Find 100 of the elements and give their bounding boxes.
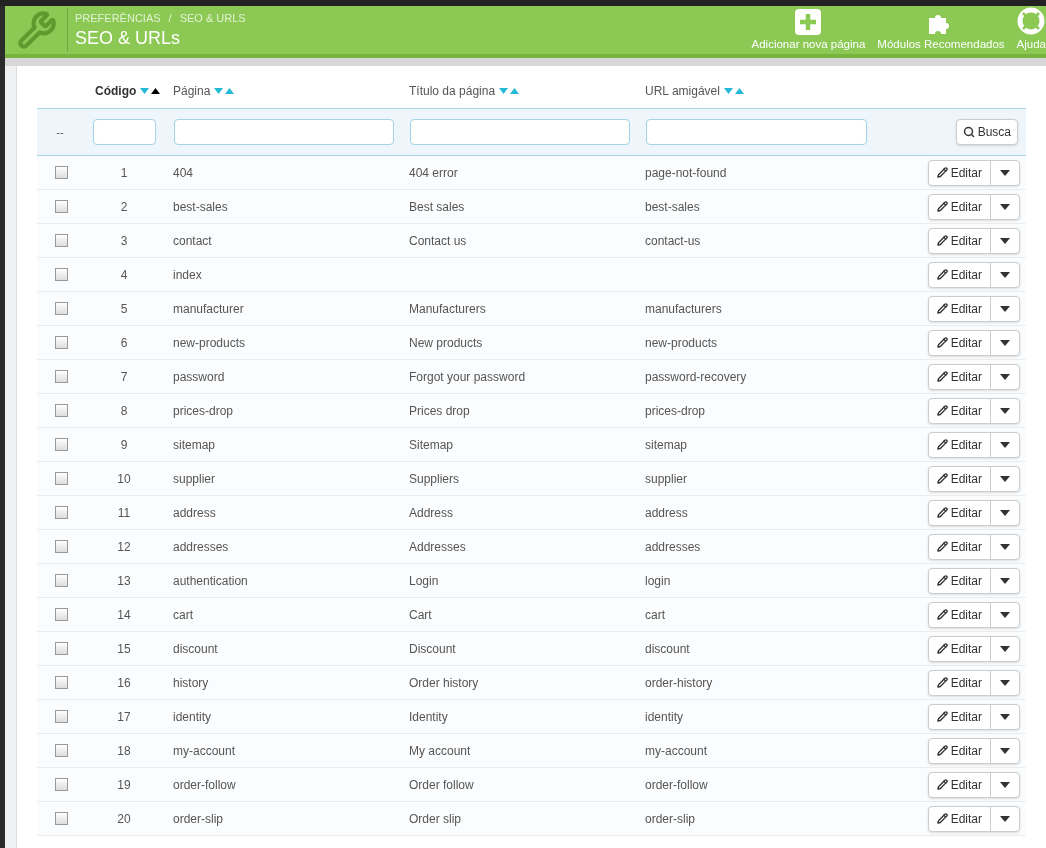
table-cell-text: 404 error	[408, 164, 459, 182]
edit-button[interactable]: Editar	[928, 194, 991, 219]
table-cell-text: 16	[116, 674, 132, 692]
table-cell-text: new-products	[172, 334, 247, 352]
plus-icon	[795, 9, 822, 35]
row-checkbox[interactable]	[54, 234, 68, 247]
table-cell-text: Addresses	[408, 538, 467, 556]
table-cell-text: 13	[116, 572, 132, 590]
pencil-icon	[936, 677, 948, 688]
row-checkbox[interactable]	[54, 268, 68, 281]
row-checkbox[interactable]	[54, 778, 68, 791]
sort-arrows-icon[interactable]	[140, 88, 161, 94]
edit-button[interactable]: Editar	[928, 432, 991, 457]
row-checkbox[interactable]	[54, 336, 68, 349]
edit-button[interactable]: Editar	[928, 466, 991, 491]
row-checkbox[interactable]	[54, 472, 68, 485]
column-header: Título da página	[409, 83, 496, 100]
table-cell-text: 18	[116, 742, 132, 760]
caret-icon	[1000, 781, 1010, 788]
filter-input[interactable]	[174, 119, 394, 145]
edit-button[interactable]: Editar	[928, 228, 991, 253]
row-checkbox[interactable]	[54, 676, 68, 689]
row-checkbox[interactable]	[54, 744, 68, 757]
edit-button[interactable]: Editar	[928, 806, 991, 831]
caret-icon	[1000, 271, 1010, 278]
table-cell-text: Login	[408, 572, 440, 590]
column-header: Código	[95, 83, 137, 100]
edit-button[interactable]: Editar	[928, 704, 991, 729]
column-header: URL amigável	[645, 83, 720, 100]
table-cell-text: 14	[116, 606, 132, 624]
table-cell-text: Prices drop	[408, 402, 471, 420]
search-button[interactable]: Busca	[955, 119, 1018, 145]
edit-button[interactable]: Editar	[928, 364, 991, 389]
pencil-icon	[936, 643, 948, 654]
table-cell-text: Order slip	[408, 810, 462, 828]
edit-button[interactable]: Editar	[928, 534, 991, 559]
pencil-icon	[936, 235, 948, 246]
edit-button[interactable]: Editar	[928, 772, 991, 797]
table-cell-text: Contact us	[408, 232, 468, 250]
pencil-icon	[936, 473, 948, 484]
table-cell-text: My account	[408, 742, 472, 760]
search-icon	[962, 126, 975, 138]
table-cell-text: page-not-found	[644, 164, 727, 182]
filter-input[interactable]	[93, 119, 156, 145]
table-cell-text: Sitemap	[408, 436, 455, 454]
filter-input[interactable]	[410, 119, 630, 145]
pencil-icon	[936, 337, 948, 348]
table-cell-text: Suppliers	[408, 470, 461, 488]
caret-icon	[1000, 373, 1010, 380]
row-checkbox[interactable]	[54, 812, 68, 825]
table-cell-text: Identity	[408, 708, 449, 726]
table-cell-text: address	[172, 504, 217, 522]
row-checkbox[interactable]	[54, 642, 68, 655]
table-cell-text: order-slip	[172, 810, 224, 828]
edit-button[interactable]: Editar	[928, 262, 991, 287]
edit-button[interactable]: Editar	[928, 398, 991, 423]
table-cell-text: 4	[119, 266, 129, 284]
caret-icon	[1000, 679, 1010, 686]
table-cell-text: 15	[116, 640, 132, 658]
row-checkbox[interactable]	[54, 438, 68, 451]
table-cell-text: identity	[644, 708, 684, 726]
table-cell-text: 3	[119, 232, 129, 250]
pencil-icon	[936, 405, 948, 416]
row-checkbox[interactable]	[54, 370, 68, 383]
caret-icon	[1000, 441, 1010, 448]
table-cell-text: 1	[119, 164, 129, 182]
edit-button[interactable]: Editar	[928, 602, 991, 627]
table-cell-text: 19	[116, 776, 132, 794]
table-cell-text: best-sales	[172, 198, 229, 216]
row-checkbox[interactable]	[54, 608, 68, 621]
row-checkbox[interactable]	[54, 574, 68, 587]
row-checkbox[interactable]	[54, 166, 68, 179]
table-cell-text: supplier	[172, 470, 217, 488]
edit-button[interactable]: Editar	[928, 500, 991, 525]
table-cell-text: 2	[119, 198, 129, 216]
row-checkbox[interactable]	[54, 200, 68, 213]
caret-icon	[1000, 611, 1010, 618]
row-checkbox[interactable]	[54, 710, 68, 723]
caret-icon	[1000, 815, 1010, 822]
table-cell-text: contact-us	[644, 232, 701, 250]
row-checkbox[interactable]	[54, 506, 68, 519]
filter-input[interactable]	[646, 119, 867, 145]
table-cell-text: prices-drop	[172, 402, 235, 420]
row-checkbox[interactable]	[54, 302, 68, 315]
table-cell-text: password	[172, 368, 226, 386]
table-cell-text: password-recovery	[644, 368, 747, 386]
pencil-icon	[936, 201, 948, 212]
table-cell-text: supplier	[644, 470, 688, 488]
table-cell-text: sitemap	[172, 436, 217, 454]
edit-button[interactable]: Editar	[928, 636, 991, 661]
row-checkbox[interactable]	[54, 404, 68, 417]
edit-button[interactable]: Editar	[928, 568, 991, 593]
edit-button[interactable]: Editar	[928, 296, 991, 321]
edit-button[interactable]: Editar	[928, 738, 991, 763]
edit-button[interactable]: Editar	[928, 160, 991, 185]
pencil-icon	[936, 507, 948, 518]
row-checkbox[interactable]	[54, 540, 68, 553]
edit-button[interactable]: Editar	[928, 330, 991, 355]
table-cell-text: login	[644, 572, 671, 590]
edit-button[interactable]: Editar	[928, 670, 991, 695]
